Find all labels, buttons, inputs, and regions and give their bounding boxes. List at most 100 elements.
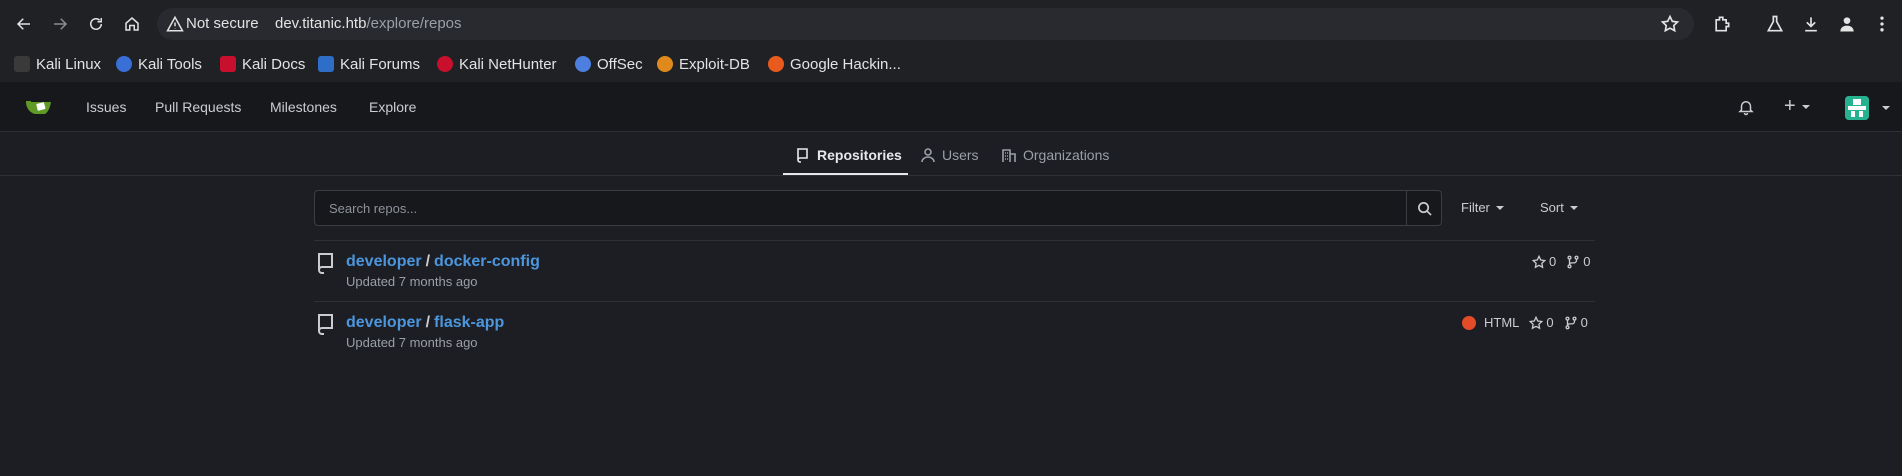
bookmark-label: OffSec bbox=[597, 55, 643, 73]
profile-icon[interactable] bbox=[1837, 14, 1857, 34]
url-host: dev.titanic.htb bbox=[275, 15, 367, 32]
bookmark-exploit-db[interactable]: Exploit-DB bbox=[657, 53, 750, 75]
chevron-down-icon bbox=[1569, 205, 1578, 210]
offsec-icon bbox=[575, 56, 591, 72]
kali-docs-icon bbox=[220, 56, 236, 72]
repo-icon bbox=[797, 148, 808, 163]
bookmark-label: Kali Tools bbox=[138, 55, 202, 73]
tab-label: Users bbox=[942, 147, 979, 163]
repo-owner-link[interactable]: developer bbox=[346, 253, 422, 270]
extensions-icon[interactable] bbox=[1712, 14, 1732, 34]
gitea-logo-icon[interactable] bbox=[24, 97, 54, 119]
search-input[interactable] bbox=[316, 192, 1405, 224]
url-text[interactable]: dev.titanic.htb/explore/repos bbox=[275, 15, 462, 32]
security-label[interactable]: Not secure bbox=[186, 15, 259, 32]
filter-label: Filter bbox=[1461, 200, 1490, 215]
tab-label: Organizations bbox=[1023, 147, 1110, 163]
tab-users[interactable]: Users bbox=[920, 145, 979, 165]
kali-nethunter-icon bbox=[437, 56, 453, 72]
filter-dropdown[interactable]: Filter bbox=[1461, 200, 1504, 215]
plus-icon: + bbox=[1784, 95, 1796, 117]
sort-dropdown[interactable]: Sort bbox=[1540, 200, 1578, 215]
repo-title: developer / docker-config bbox=[346, 253, 540, 271]
nav-milestones[interactable]: Milestones bbox=[270, 99, 337, 115]
nav-explore[interactable]: Explore bbox=[369, 99, 416, 115]
repo-icon bbox=[316, 252, 336, 274]
repo-stats: 0 0 bbox=[1532, 254, 1590, 269]
fork-icon bbox=[1567, 255, 1579, 268]
repo-updated-time: Updated 7 months ago bbox=[346, 274, 478, 289]
nav-pull-requests[interactable]: Pull Requests bbox=[155, 99, 241, 115]
repo-name-link[interactable]: flask-app bbox=[434, 314, 504, 331]
repo-name-link[interactable]: docker-config bbox=[434, 253, 540, 270]
repo-forks[interactable]: 0 bbox=[1566, 254, 1590, 269]
fork-icon bbox=[1565, 316, 1577, 329]
fork-count: 0 bbox=[1580, 315, 1588, 330]
labs-flask-icon[interactable] bbox=[1765, 14, 1785, 34]
home-icon[interactable] bbox=[120, 12, 144, 36]
bookmark-google-hacking[interactable]: Google Hackin... bbox=[768, 53, 901, 75]
notification-bell-icon[interactable] bbox=[1737, 98, 1755, 121]
url-path: /explore/repos bbox=[366, 15, 462, 32]
star-count: 0 bbox=[1549, 254, 1557, 269]
bookmark-kali-nethunter[interactable]: Kali NetHunter bbox=[437, 53, 557, 75]
kali-forums-icon bbox=[318, 56, 334, 72]
bookmark-star-icon[interactable] bbox=[1660, 14, 1680, 34]
google-hacking-icon bbox=[768, 56, 784, 72]
path-separator: / bbox=[425, 253, 431, 270]
download-icon[interactable] bbox=[1801, 14, 1821, 34]
repo-stats: HTML 0 0 bbox=[1462, 315, 1588, 330]
fork-count: 0 bbox=[1583, 254, 1591, 269]
repo-stars[interactable]: 0 bbox=[1532, 254, 1556, 269]
reload-icon[interactable] bbox=[84, 12, 108, 36]
repo-language[interactable]: HTML bbox=[1462, 315, 1519, 330]
star-icon bbox=[1532, 254, 1546, 268]
search-button[interactable] bbox=[1406, 191, 1442, 225]
bookmark-label: Kali Linux bbox=[36, 55, 102, 73]
kali-tools-icon bbox=[116, 56, 132, 72]
menu-kebab-icon[interactable] bbox=[1872, 14, 1892, 34]
exploit-db-icon bbox=[657, 56, 673, 72]
forward-icon[interactable] bbox=[48, 12, 72, 36]
active-tab-indicator bbox=[783, 173, 908, 175]
bookmark-label: Kali Forums bbox=[340, 55, 421, 73]
create-new-button[interactable]: + bbox=[1784, 96, 1810, 116]
tab-repositories[interactable]: Repositories bbox=[795, 145, 902, 165]
user-icon bbox=[921, 148, 935, 163]
search-icon bbox=[1418, 201, 1432, 216]
repo-updated-time: Updated 7 months ago bbox=[346, 335, 478, 350]
divider bbox=[314, 240, 1595, 241]
repo-forks[interactable]: 0 bbox=[1564, 315, 1588, 330]
bookmark-label: Kali NetHunter bbox=[459, 55, 557, 73]
search-box bbox=[314, 190, 1442, 226]
language-color-dot bbox=[1462, 315, 1476, 330]
tab-organizations[interactable]: Organizations bbox=[1001, 145, 1109, 165]
repo-stars[interactable]: 0 bbox=[1529, 315, 1554, 330]
bookmark-kali-linux[interactable]: Kali Linux bbox=[14, 53, 101, 75]
divider bbox=[314, 301, 1595, 302]
repo-icon bbox=[316, 313, 336, 335]
nav-issues[interactable]: Issues bbox=[86, 99, 126, 115]
repo-owner-link[interactable]: developer bbox=[346, 314, 422, 331]
bookmark-label: Kali Docs bbox=[242, 55, 306, 73]
back-icon[interactable] bbox=[12, 12, 36, 36]
avatar[interactable] bbox=[1845, 96, 1869, 120]
sort-label: Sort bbox=[1540, 200, 1564, 215]
bookmark-label: Exploit-DB bbox=[679, 55, 750, 73]
tab-label: Repositories bbox=[817, 147, 902, 163]
organization-icon bbox=[1002, 149, 1016, 162]
path-separator: / bbox=[425, 314, 431, 331]
avatar-chevron-down-icon[interactable] bbox=[1882, 106, 1890, 110]
bookmark-kali-tools[interactable]: Kali Tools bbox=[116, 53, 202, 75]
chevron-down-icon bbox=[1495, 205, 1504, 210]
star-count: 0 bbox=[1546, 315, 1554, 330]
language-label: HTML bbox=[1484, 315, 1520, 330]
chevron-down-icon bbox=[1801, 104, 1810, 109]
repo-title: developer / flask-app bbox=[346, 314, 504, 332]
warning-icon[interactable] bbox=[166, 15, 184, 33]
bookmark-offsec[interactable]: OffSec bbox=[575, 53, 643, 75]
bookmark-kali-docs[interactable]: Kali Docs bbox=[220, 53, 305, 75]
bookmark-label: Google Hackin... bbox=[790, 55, 901, 73]
bookmark-kali-forums[interactable]: Kali Forums bbox=[318, 53, 420, 75]
kali-linux-icon bbox=[14, 56, 30, 72]
